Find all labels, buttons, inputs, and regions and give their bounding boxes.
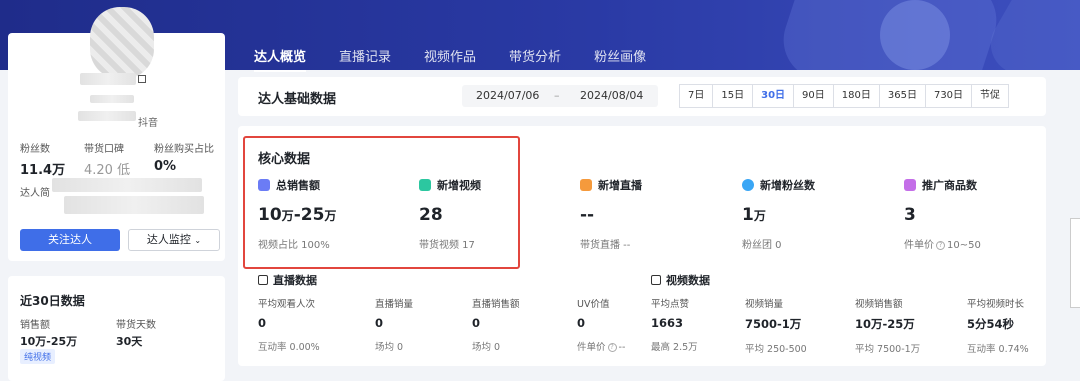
tab-overview[interactable]: 达人概览	[254, 46, 307, 72]
stat-fans-buy-ratio: 粉丝购买占比 0%	[154, 140, 214, 174]
date-range-picker[interactable]: 2024/07/06 – 2024/08/04	[462, 85, 658, 107]
metric-sub: 粉丝团 0	[742, 240, 782, 251]
stat-label: 带货口碑	[84, 144, 124, 155]
live-icon	[580, 179, 592, 191]
banner-decoration	[880, 0, 950, 70]
metric-total-sales: 总销售额 10万-25万 视频占比 100%	[258, 177, 336, 251]
daren-intro-label: 达人简	[20, 188, 50, 199]
help-icon[interactable]: ?	[936, 240, 945, 250]
card-title: 近30日数据	[20, 294, 85, 308]
data-panel: 核心数据 总销售额 10万-25万 视频占比 100% 新增视频 28 带货视频…	[238, 126, 1046, 366]
period-15d[interactable]: 15日	[712, 84, 754, 108]
metric-new-videos: 新增视频 28 带货视频 17	[419, 177, 481, 251]
platform-tag: 抖音	[138, 118, 158, 129]
sales-label: 销售额	[20, 320, 50, 331]
period-30d[interactable]: 30日	[752, 84, 795, 108]
live-sales-amount: 直播销售额 0 场均 0	[472, 299, 520, 353]
video-data-title: 视频数据	[651, 272, 710, 288]
recent-30-days-card: 近30日数据 销售额 10万-25万 带货天数 30天 纯视频	[8, 276, 225, 381]
live-sales-volume: 直播销量 0 场均 0	[375, 299, 414, 353]
live-icon	[258, 275, 268, 285]
period-730d[interactable]: 730日	[924, 84, 973, 108]
side-float-tab[interactable]	[1070, 218, 1080, 308]
blurred-name	[80, 73, 136, 85]
stat-reputation: 带货口碑 4.20 低	[84, 140, 130, 178]
period-7d[interactable]: 7日	[679, 84, 714, 108]
metric-label: 新增直播	[598, 179, 642, 192]
follow-button[interactable]: 关注达人	[20, 229, 120, 251]
video-avg-duration: 平均视频时长 5分54秒 互动率 0.74%	[967, 299, 1029, 355]
metric-value: 1万	[742, 205, 766, 225]
stat-label: 粉丝购买占比	[154, 144, 214, 155]
stat-value: 0%	[154, 159, 177, 174]
date-separator: –	[554, 89, 560, 102]
stat-value: 11.4万	[20, 163, 66, 178]
fans-icon	[742, 179, 754, 191]
blurred-intro	[52, 178, 202, 192]
live-avg-viewers: 平均观看人次 0 互动率 0.00%	[258, 299, 320, 353]
live-data-title: 直播数据	[258, 272, 317, 288]
end-date: 2024/08/04	[580, 89, 644, 102]
period-selector: 7日 15日 30日 90日 180日 365日 730日 节促	[679, 84, 1010, 108]
metric-new-lives: 新增直播 -- 带货直播 --	[580, 177, 642, 251]
metric-new-fans: 新增粉丝数 1万 粉丝团 0	[742, 177, 815, 251]
content-type-badge: 纯视频	[20, 349, 56, 364]
period-180d[interactable]: 180日	[832, 84, 880, 108]
tab-bar: 达人概览 直播记录 视频作品 带货分析 粉丝画像	[254, 46, 679, 72]
qrcode-icon[interactable]	[138, 75, 146, 83]
tab-live-records[interactable]: 直播记录	[339, 46, 391, 65]
period-365d[interactable]: 365日	[878, 84, 926, 108]
stat-value: 4.20 低	[84, 163, 131, 178]
period-90d[interactable]: 90日	[793, 84, 834, 108]
video-sales-volume: 视频销量 7500-1万 平均 250-500	[745, 299, 807, 355]
monitor-dropdown-button[interactable]: 达人监控 ⌄	[128, 229, 220, 251]
live-uv-value: UV价值 0 件单价? --	[577, 299, 626, 353]
section-title: 达人基础数据	[258, 92, 337, 107]
metric-label: 推广商品数	[922, 179, 977, 192]
metric-value: --	[580, 205, 595, 225]
video-avg-likes: 平均点赞 1663 最高 2.5万	[651, 299, 698, 353]
tab-video-works[interactable]: 视频作品	[424, 46, 476, 65]
metric-sub: 带货直播 --	[580, 240, 631, 251]
video-icon	[651, 275, 661, 285]
sales-value: 10万-25万	[20, 335, 78, 348]
goods-icon	[904, 179, 916, 191]
metric-promoted-goods: 推广商品数 3 件单价? 10~50	[904, 177, 981, 251]
tab-sales-analysis[interactable]: 带货分析	[509, 46, 561, 65]
metric-sub: 带货视频 17	[419, 240, 475, 251]
blurred-id	[78, 111, 136, 121]
stat-fans: 粉丝数 11.4万	[20, 140, 65, 178]
start-date: 2024/07/06	[476, 89, 540, 102]
stat-label: 粉丝数	[20, 144, 50, 155]
metric-label: 新增视频	[437, 179, 481, 192]
video-sales-amount: 视频销售额 10万-25万 平均 7500-1万	[855, 299, 921, 355]
period-festival[interactable]: 节促	[971, 84, 1010, 108]
monitor-label: 达人监控	[146, 233, 191, 246]
metric-value: 3	[904, 205, 916, 225]
metric-value: 28	[419, 205, 443, 225]
sales-icon	[258, 179, 270, 191]
days-value: 30天	[116, 335, 143, 348]
help-icon[interactable]: ?	[607, 343, 617, 352]
metric-label: 总销售额	[276, 179, 320, 192]
blurred-id	[90, 95, 134, 103]
metric-sub: 件单价? 10~50	[904, 240, 981, 251]
blurred-intro	[64, 196, 204, 214]
metric-value: 10万-25万	[258, 205, 337, 225]
metric-label: 新增粉丝数	[760, 179, 815, 192]
date-filter-bar: 达人基础数据 2024/07/06 – 2024/08/04 7日 15日 30…	[238, 77, 1046, 116]
video-icon	[419, 179, 431, 191]
tab-fans-profile[interactable]: 粉丝画像	[594, 46, 646, 65]
days-label: 带货天数	[116, 320, 156, 331]
chevron-down-icon: ⌄	[194, 236, 202, 245]
avatar	[90, 7, 154, 79]
core-data-title: 核心数据	[258, 152, 311, 167]
metric-sub: 视频占比 100%	[258, 240, 330, 251]
profile-card: 抖音 粉丝数 11.4万 带货口碑 4.20 低 粉丝购买占比 0% 达人简 关…	[8, 7, 225, 261]
